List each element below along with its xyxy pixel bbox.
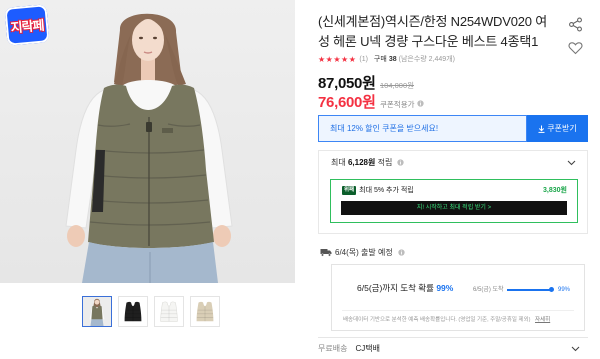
- pay-benefit-text: 최대 5% 추가 적립: [359, 187, 414, 194]
- thumbnail-black-vest-image: [119, 297, 147, 326]
- rating-stars[interactable]: ★★★★★: [318, 55, 356, 66]
- chevron-down-icon[interactable]: [567, 160, 576, 166]
- price-row: 87,050원 104,000원: [318, 72, 415, 92]
- delivery-estimate-box: 6/5(금)까지 도착 확률 99% 6/5(금) 도착 99% 배송데이터 기…: [331, 264, 585, 331]
- pay-logo: 위패: [342, 186, 357, 195]
- departure-text: 6/4(목) 출발 예정: [335, 247, 393, 257]
- thumbnail-beige-vest[interactable]: [190, 296, 220, 327]
- shipping-fee-row: 무료배송 CJ택배: [318, 343, 380, 354]
- rating-star: ★: [348, 54, 356, 64]
- download-icon: [538, 125, 545, 133]
- pay-signup-button[interactable]: 지! 시작하고 최대 적립 받기 >: [341, 201, 567, 215]
- pay-benefit-row: 위패 최대 5% 추가 적립: [342, 186, 414, 195]
- thumbnail-white-vest[interactable]: [154, 296, 184, 327]
- remaining-stock: (남은수량 2,449개): [398, 56, 455, 63]
- rating-star: ★: [318, 54, 326, 64]
- thumbnail-model-image: [83, 297, 111, 326]
- points-amount: 6,128원: [347, 158, 376, 167]
- thumbnail-black-vest[interactable]: [118, 296, 148, 327]
- shipping-carrier: CJ택배: [355, 344, 380, 353]
- download-coupon-label: 쿠폰받기: [547, 124, 577, 133]
- pay-benefit-amount: 3,830원: [543, 187, 567, 194]
- arrival-probability-fill: [507, 289, 552, 291]
- arrival-probability-bar: [507, 287, 555, 292]
- event-badge: 지락페: [4, 4, 50, 46]
- download-coupon-button[interactable]: 쿠폰받기: [527, 115, 588, 142]
- arrival-probability: 99%: [436, 283, 454, 293]
- thumbnail-beige-vest-image: [191, 297, 219, 326]
- purchase-label: 구매: [373, 56, 387, 63]
- share-icon[interactable]: [568, 17, 583, 32]
- departure-row: 6/4(목) 출발 예정: [320, 246, 405, 258]
- rating-star: ★: [333, 54, 341, 64]
- truck-icon: [320, 248, 332, 256]
- coupon-bar: 최대 12% 할인 쿠폰을 받으세요! 쿠폰받기: [318, 115, 588, 142]
- rating-row: ★★★★★ (1) 구매 38 (남은수량 2,449개): [318, 55, 455, 65]
- pay-benefit-box: 위패 최대 5% 추가 적립 3,830원 지! 시작하고 최대 적립 받기 >: [330, 179, 578, 223]
- coupon-message[interactable]: 최대 12% 할인 쿠폰을 받으세요!: [318, 115, 527, 142]
- sale-price: 87,050원: [318, 75, 376, 92]
- chevron-down-icon[interactable]: [571, 346, 580, 352]
- arrival-text: 6/5(금)까지 도착 확률: [357, 283, 434, 293]
- rating-star: ★: [325, 54, 333, 64]
- arrival-probability-marker: [549, 287, 555, 292]
- product-title: (신세계본점)역시즌/한정 N254WDV020 여성 헤론 U넥 경량 구스다…: [318, 14, 547, 49]
- purchase-count: 38: [388, 56, 397, 63]
- points-prefix: 최대: [331, 158, 346, 167]
- review-count[interactable]: (1): [359, 55, 368, 65]
- info-icon[interactable]: [398, 248, 405, 256]
- info-icon[interactable]: [416, 100, 424, 107]
- delivery-note: 배송데이터 기반으로 분석한 예측 배송확률입니다. (영업일 기준, 주말/공…: [343, 317, 550, 324]
- points-summary[interactable]: 최대 6,128원 적립: [331, 158, 404, 168]
- heart-icon[interactable]: [568, 41, 583, 55]
- points-panel: 최대 6,128원 적립 위패 최대 5% 추가 적립 3,830원 지! 시작…: [318, 150, 588, 234]
- thumbnail-model[interactable]: [82, 296, 112, 327]
- coupon-price-label: 쿠폰적용가: [380, 100, 415, 109]
- rating-star: ★: [341, 54, 349, 64]
- arrival-probability-text: 6/5(금)까지 도착 확률 99%: [357, 283, 453, 294]
- original-price: 104,000원: [380, 81, 415, 90]
- points-suffix: 적립: [377, 158, 393, 167]
- product-main-image[interactable]: [0, 0, 295, 283]
- thumbnail-white-vest-image: [155, 297, 183, 326]
- coupon-price: 76,600원: [318, 94, 376, 111]
- info-icon[interactable]: [396, 159, 404, 166]
- divider: [342, 310, 574, 311]
- divider: [318, 337, 588, 338]
- arrival-bar-label: 6/5(금) 도착: [473, 287, 504, 293]
- delivery-note-text: 배송데이터 기반으로 분석한 예측 배송확률입니다. (영업일 기준, 주말/공…: [343, 317, 531, 323]
- model-photo: [0, 0, 295, 283]
- arrival-bar-value: 99%: [558, 287, 571, 293]
- delivery-note-link[interactable]: 자세히: [535, 317, 550, 323]
- shipping-fee: 무료배송: [318, 344, 348, 353]
- coupon-price-row: 76,600원 쿠폰적용가: [318, 91, 424, 111]
- thumbnail-list: [82, 296, 220, 327]
